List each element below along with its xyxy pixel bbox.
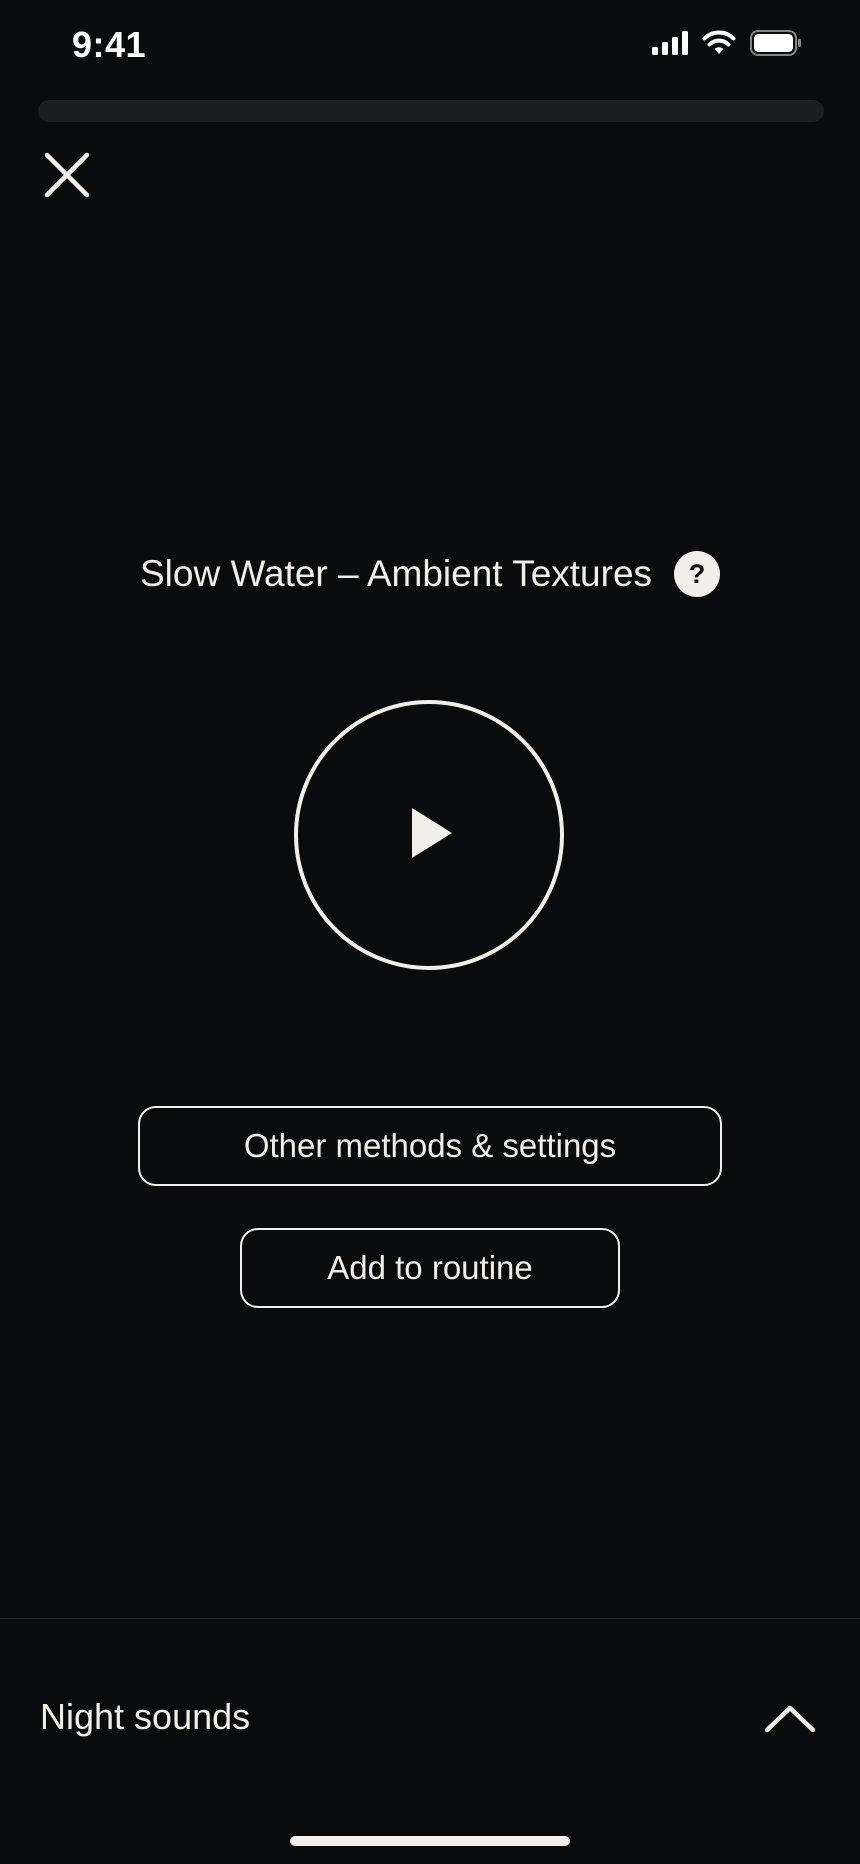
add-to-routine-button[interactable]: Add to routine — [240, 1228, 620, 1308]
expand-sheet-button[interactable] — [760, 1696, 820, 1744]
status-time: 9:41 — [72, 24, 147, 65]
battery-icon — [750, 30, 802, 61]
sheet-divider — [0, 1618, 860, 1619]
track-title: Slow Water – Ambient Textures — [139, 553, 653, 594]
play-button[interactable] — [294, 700, 564, 970]
play-icon — [404, 806, 454, 865]
other-methods-settings-button[interactable]: Other methods & settings — [138, 1106, 722, 1186]
chevron-up-icon — [764, 1703, 816, 1738]
help-button[interactable]: ? — [674, 551, 721, 597]
cellular-signal-icon — [652, 31, 688, 60]
close-icon — [44, 152, 90, 203]
status-bar: 9:41 — [0, 0, 860, 96]
track-title-row: Slow Water – Ambient Textures ? — [0, 548, 860, 600]
home-indicator[interactable] — [290, 1836, 570, 1846]
wifi-icon — [702, 30, 736, 61]
close-button[interactable] — [38, 148, 96, 206]
session-progress-bar — [38, 100, 824, 122]
bottom-sheet-title: Night sounds — [40, 1696, 251, 1737]
status-icons — [652, 30, 802, 61]
